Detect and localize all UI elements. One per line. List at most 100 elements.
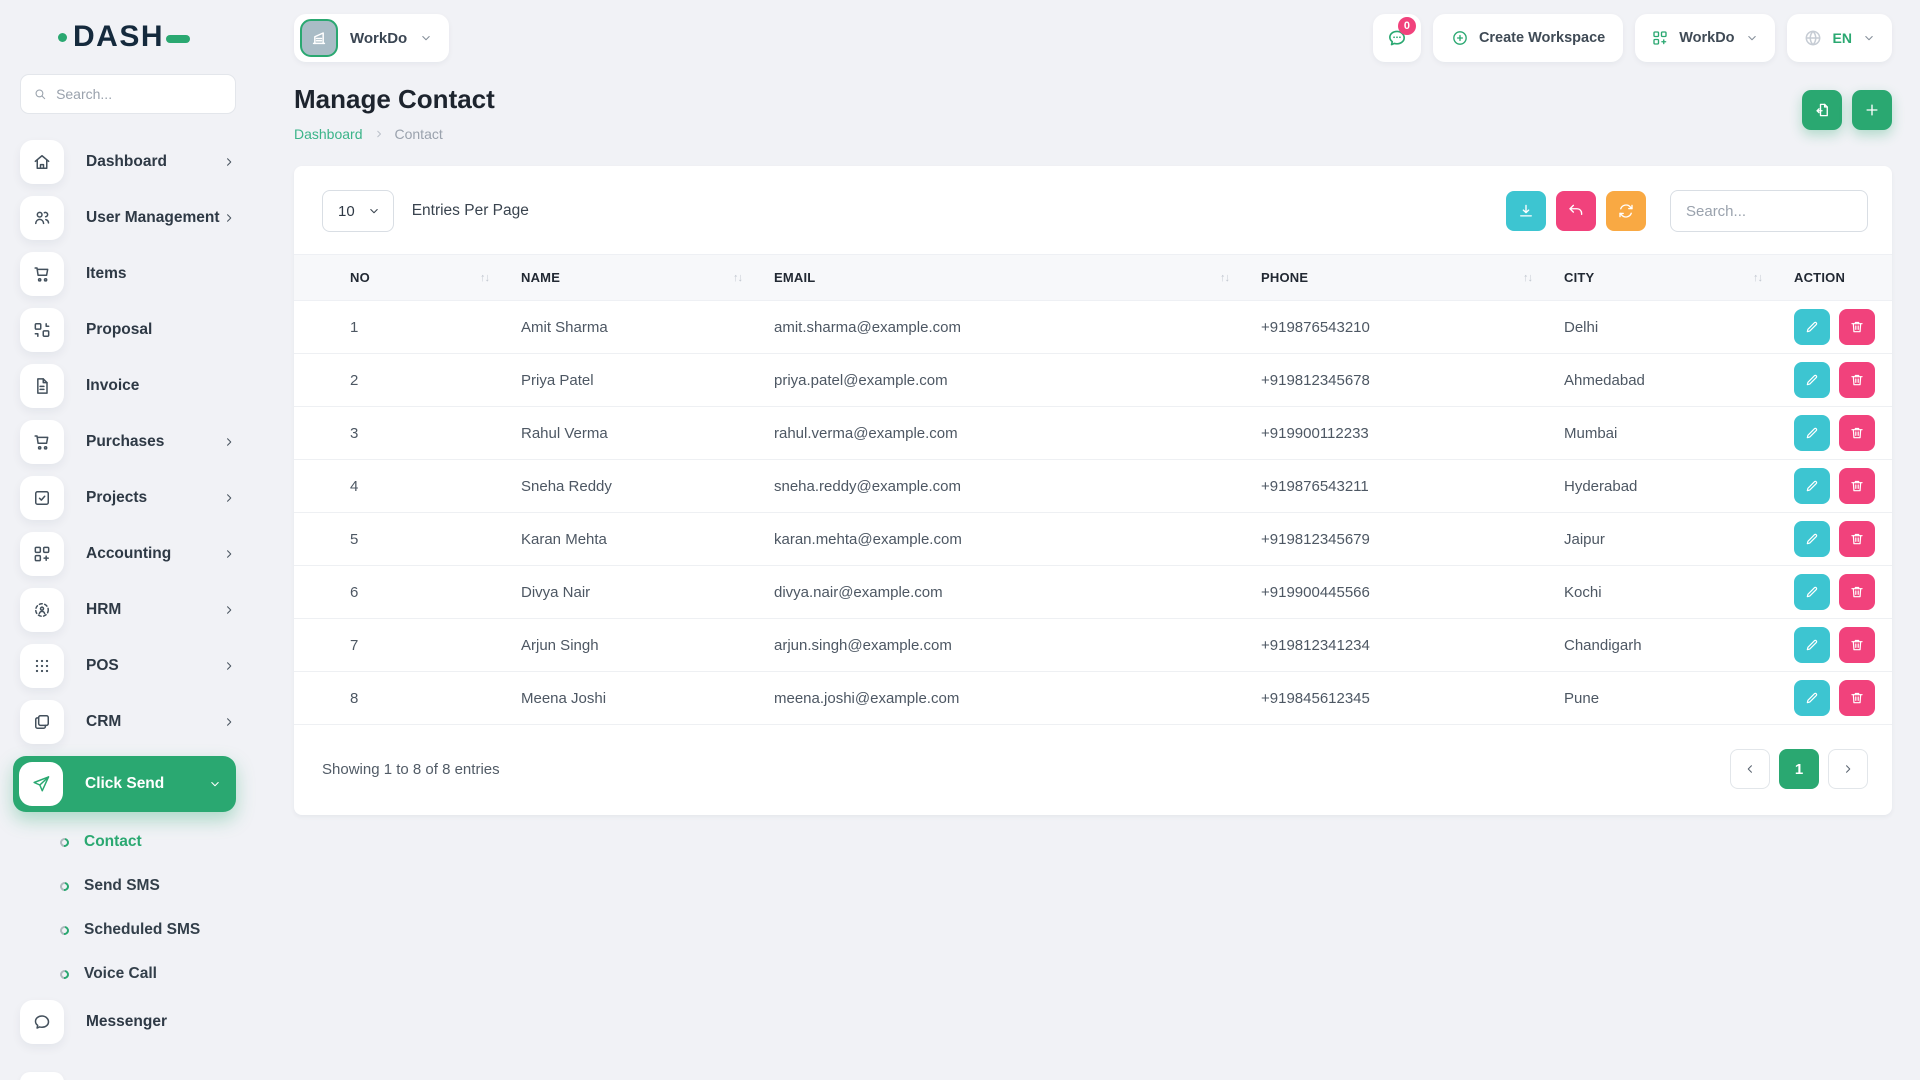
delete-button[interactable] (1839, 521, 1875, 557)
trash-icon (1849, 531, 1865, 547)
home-icon (20, 140, 64, 184)
next-page-button[interactable] (1828, 749, 1868, 789)
edit-button[interactable] (1794, 362, 1830, 398)
chevron-down-icon (1862, 31, 1876, 45)
edit-button[interactable] (1794, 521, 1830, 557)
cell-city: Kochi (1552, 565, 1782, 619)
table-row: 6 Divya Nair divya.nair@example.com +919… (294, 565, 1892, 619)
workspace-switcher[interactable]: WorkDo (294, 14, 450, 62)
sidebar-item-proposal[interactable]: Proposal (20, 308, 236, 352)
edit-button[interactable] (1794, 574, 1830, 610)
edit-button[interactable] (1794, 415, 1830, 451)
sidebar-item-dashboard[interactable]: Dashboard (20, 140, 236, 184)
language-code: EN (1832, 30, 1852, 46)
delete-button[interactable] (1839, 362, 1875, 398)
sidebar-item-click-send[interactable]: Click Send (13, 756, 236, 812)
add-contact-button[interactable] (1852, 90, 1892, 130)
edit-button[interactable] (1794, 680, 1830, 716)
refresh-icon (1617, 202, 1635, 220)
pencil-icon (1804, 425, 1820, 441)
sidebar-search-input[interactable] (56, 86, 223, 102)
sidebar-search[interactable] (20, 74, 236, 114)
sidebar-subitem-contact[interactable]: Contact (20, 822, 236, 862)
language-selector[interactable]: EN (1786, 14, 1892, 62)
entries-per-page-select[interactable]: 10 (322, 190, 394, 232)
edit-button[interactable] (1794, 468, 1830, 504)
sidebar-item-projects[interactable]: Projects (20, 476, 236, 520)
sidebar-item-purchases[interactable]: Purchases (20, 420, 236, 464)
cell-no: 3 (294, 406, 509, 460)
refresh-button[interactable] (1606, 191, 1646, 231)
delete-button[interactable] (1839, 415, 1875, 451)
paper-plane-icon (19, 762, 63, 806)
users-icon (20, 196, 64, 240)
cell-name: Meena Joshi (509, 671, 762, 725)
pencil-icon (1804, 637, 1820, 653)
cell-phone: +919876543210 (1249, 300, 1552, 354)
chevron-right-icon (222, 435, 236, 449)
cell-email: rahul.verma@example.com (762, 406, 1249, 460)
sidebar-item-accounting[interactable]: Accounting (20, 532, 236, 576)
pencil-icon (1804, 319, 1820, 335)
cell-phone: +919845612345 (1249, 671, 1552, 725)
logo-bar (166, 35, 191, 43)
column-no[interactable]: NO ↑↓ (294, 254, 509, 301)
cell-email: priya.patel@example.com (762, 353, 1249, 407)
file-import-icon (1813, 101, 1831, 119)
cell-email: karan.mehta@example.com (762, 512, 1249, 566)
cell-action (1782, 300, 1892, 354)
import-contact-button[interactable] (1802, 90, 1842, 130)
cell-city: Delhi (1552, 300, 1782, 354)
delete-button[interactable] (1839, 574, 1875, 610)
column-email[interactable]: EMAIL ↑↓ (762, 254, 1249, 301)
pencil-icon (1804, 372, 1820, 388)
column-city[interactable]: CITY ↑↓ (1552, 254, 1782, 301)
table-row: 7 Arjun Singh arjun.singh@example.com +9… (294, 618, 1892, 672)
sidebar-subitem-send-sms[interactable]: Send SMS (20, 866, 236, 906)
cell-action (1782, 512, 1892, 566)
column-phone[interactable]: PHONE ↑↓ (1249, 254, 1552, 301)
edit-button[interactable] (1794, 309, 1830, 345)
cell-email: divya.nair@example.com (762, 565, 1249, 619)
account-menu[interactable]: WorkDo (1635, 14, 1775, 62)
search-icon (33, 86, 47, 102)
create-workspace-button[interactable]: Create Workspace (1432, 14, 1624, 62)
chevron-right-icon (222, 211, 236, 225)
sidebar-item-user-management[interactable]: User Management (20, 196, 236, 240)
edit-button[interactable] (1794, 627, 1830, 663)
sidebar-item-messenger[interactable]: Messenger (20, 1000, 236, 1044)
table-search-input[interactable] (1670, 190, 1868, 232)
cell-action (1782, 406, 1892, 460)
sidebar-item-hrm[interactable]: HRM (20, 588, 236, 632)
messages-badge: 0 (1397, 17, 1416, 35)
cell-action (1782, 618, 1892, 672)
sidebar-item-crm[interactable]: CRM (20, 700, 236, 744)
sidebar-item-pos[interactable]: POS (20, 644, 236, 688)
cell-action (1782, 353, 1892, 407)
column-action: ACTION (1782, 254, 1892, 301)
page-title: Manage Contact (294, 84, 495, 114)
chevron-right-icon (1841, 762, 1855, 776)
messages-button[interactable]: 0 (1372, 14, 1421, 62)
delete-button[interactable] (1839, 680, 1875, 716)
column-name[interactable]: NAME ↑↓ (509, 254, 762, 301)
prev-page-button[interactable] (1730, 749, 1770, 789)
sidebar-subitem-voice-call[interactable]: Voice Call (20, 954, 236, 994)
undo-button[interactable] (1556, 191, 1596, 231)
grid-plus-icon (20, 532, 64, 576)
export-button[interactable] (1506, 191, 1546, 231)
pencil-icon (1804, 531, 1820, 547)
page-actions (1802, 90, 1892, 130)
sidebar-subitem-scheduled-sms[interactable]: Scheduled SMS (20, 910, 236, 950)
delete-button[interactable] (1839, 627, 1875, 663)
delete-button[interactable] (1839, 309, 1875, 345)
cell-name: Arjun Singh (509, 618, 762, 672)
delete-button[interactable] (1839, 468, 1875, 504)
sidebar-item-invoice[interactable]: Invoice (20, 364, 236, 408)
table-row: 4 Sneha Reddy sneha.reddy@example.com +9… (294, 459, 1892, 513)
cell-no: 1 (294, 300, 509, 354)
hrm-person-icon (20, 588, 64, 632)
breadcrumb-dashboard-link[interactable]: Dashboard (294, 126, 363, 142)
page-1-button[interactable]: 1 (1779, 749, 1819, 789)
sidebar-item-items[interactable]: Items (20, 252, 236, 296)
